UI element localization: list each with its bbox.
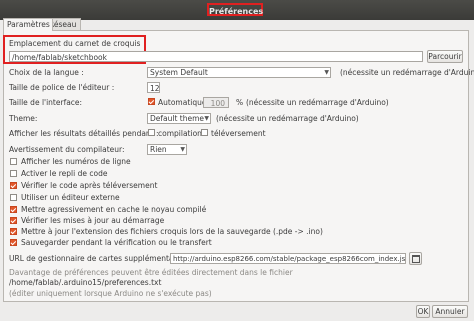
chevron-down-icon: ▼ <box>324 69 329 76</box>
scale-label: Taille de l'interface: <box>9 98 83 107</box>
verbose-compile-label: compilation <box>158 129 202 138</box>
verbose-upload-label: téléversement <box>211 129 266 138</box>
cancel-button[interactable]: Annuler <box>432 305 468 318</box>
option-checkbox[interactable] <box>10 217 17 224</box>
option-label: Vérifier les mises à jour au démarrage <box>21 216 165 225</box>
option-checkbox[interactable] <box>10 170 17 177</box>
warnings-select[interactable]: Rien ▼ <box>147 144 187 155</box>
option-label: Mettre agressivement en cache le noyau c… <box>21 205 207 214</box>
auto-scale-label: Automatique <box>158 98 207 107</box>
language-label: Choix de la langue : <box>9 68 84 77</box>
boards-url-input[interactable]: http://arduino.esp8266.com/stable/packag… <box>170 253 406 264</box>
verbose-upload-checkbox[interactable] <box>201 129 208 136</box>
warnings-value: Rien <box>150 145 167 154</box>
option-checkbox[interactable] <box>10 158 17 165</box>
browse-button[interactable]: Parcourir <box>427 50 463 63</box>
theme-value: Default theme <box>150 114 205 123</box>
option-label: Activer le repli de code <box>21 169 108 178</box>
warnings-label: Avertissement du compilateur: <box>9 145 125 154</box>
option-checkbox[interactable] <box>10 228 17 235</box>
scale-note: (nécessite un redémarrage d'Arduino) <box>246 98 389 107</box>
boards-url-label: URL de gestionnaire de cartes supplément… <box>9 254 188 263</box>
option-checkbox[interactable] <box>10 206 17 213</box>
theme-label: Theme: <box>9 114 38 123</box>
auto-scale-checkbox[interactable] <box>148 98 155 105</box>
option-label: Mettre à jour l'extension des fichiers c… <box>21 227 323 236</box>
language-value: System Default <box>150 68 208 77</box>
font-size-input[interactable]: 12 <box>147 82 160 93</box>
info-line-3: (éditer uniquement lorsque Arduino ne s'… <box>9 289 212 298</box>
option-checkbox[interactable] <box>10 194 17 201</box>
option-checkbox[interactable] <box>10 239 17 246</box>
ok-button[interactable]: OK <box>416 305 430 318</box>
theme-note: (nécessite un redémarrage d'Arduino) <box>216 114 359 123</box>
option-label: Vérifier le code après téléversement <box>21 181 158 190</box>
option-label: Utiliser un éditeur externe <box>21 193 120 202</box>
window-icon <box>411 255 420 263</box>
tab-parametres[interactable]: Paramètres <box>3 18 53 31</box>
language-select[interactable]: System Default ▼ <box>147 67 331 78</box>
scale-input[interactable]: 100 <box>203 97 229 108</box>
chevron-down-icon: ▼ <box>204 115 209 122</box>
verbose-label: Afficher les résultats détaillés pendant… <box>9 129 159 138</box>
sketchbook-label: Emplacement du carnet de croquis <box>9 39 141 48</box>
boards-url-edit-button[interactable] <box>409 252 422 265</box>
language-note: (nécessite un redémarrage d'Arduino) <box>340 68 474 77</box>
scale-unit: % <box>236 98 244 107</box>
sketchbook-path-input[interactable]: /home/fablab/sketchbook <box>9 51 423 62</box>
theme-select[interactable]: Default theme ▼ <box>147 113 211 124</box>
window-title: Préférences <box>207 3 263 16</box>
preferences-path: /home/fablab/.arduino15/preferences.txt <box>9 278 162 287</box>
info-line-1: Davantage de préférences peuvent être éd… <box>9 268 293 277</box>
option-label: Afficher les numéros de ligne <box>21 157 131 166</box>
font-size-label: Taille de police de l'éditeur : <box>9 83 115 92</box>
option-checkbox[interactable] <box>10 182 17 189</box>
option-label: Sauvegarder pendant la vérification ou l… <box>21 238 212 247</box>
chevron-down-icon: ▼ <box>180 146 185 153</box>
verbose-compile-checkbox[interactable] <box>148 129 155 136</box>
